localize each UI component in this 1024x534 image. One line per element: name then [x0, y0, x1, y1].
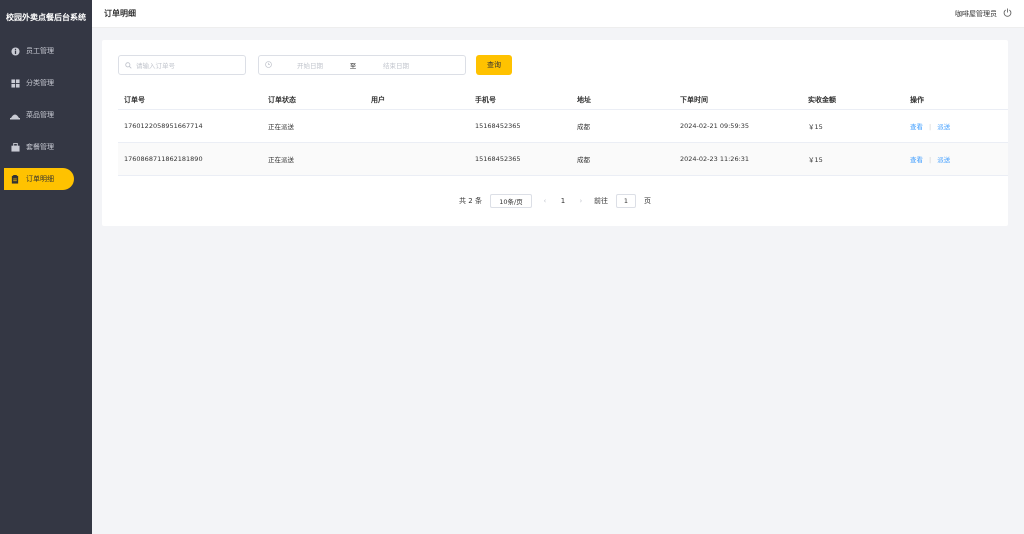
table-header: 订单号 订单状态 用户 手机号 地址 下单时间 实收金额 操作: [118, 90, 1008, 110]
grid-icon: [10, 78, 20, 88]
next-page-button[interactable]: ›: [576, 197, 586, 205]
sidebar-item-label: 套餐管理: [26, 143, 54, 151]
page-size-select[interactable]: 10条/页: [489, 194, 532, 208]
action-separator: |: [929, 123, 932, 131]
order-no: 1760122058951667714: [124, 122, 203, 130]
sidebar-item-package[interactable]: 套餐管理: [4, 136, 74, 158]
order-time: 2024-02-23 11:26:31: [680, 155, 750, 163]
col-time: 下单时间: [680, 95, 708, 104]
sidebar-item-label: 菜品管理: [26, 111, 54, 119]
search-bar: 请输入订单号 开始日期 至 结束日期 查询: [118, 55, 512, 75]
order-table: 订单号 订单状态 用户 手机号 地址 下单时间 实收金额 操作 17601220…: [118, 90, 1008, 176]
col-amount: 实收金额: [808, 95, 836, 104]
sidebar-menu: 员工管理 分类管理 菜品管理 套餐管理 订单明细: [0, 40, 92, 190]
order-icon: [10, 174, 20, 184]
info-icon: [10, 46, 20, 56]
col-status: 订单状态: [268, 95, 296, 104]
clock-icon: [265, 60, 272, 70]
col-address: 地址: [577, 95, 591, 104]
order-address: 成都: [577, 123, 590, 131]
view-link[interactable]: 查看: [910, 156, 923, 164]
order-time: 2024-02-21 09:59:35: [680, 122, 750, 130]
order-amount: ￥15: [808, 123, 823, 131]
order-phone: 15168452365: [475, 155, 521, 163]
col-user: 用户: [371, 95, 385, 104]
order-actions: 查看 | 派送: [904, 154, 1008, 164]
start-date-input[interactable]: 开始日期: [272, 60, 348, 70]
pagination: 共 2 条 10条/页 ‹ 1 › 前往 1 页: [102, 194, 1008, 208]
sidebar-item-employee[interactable]: 员工管理: [4, 40, 74, 62]
range-separator: 至: [349, 62, 357, 70]
order-number-input[interactable]: 请输入订单号: [118, 55, 246, 75]
order-status: 正在派送: [268, 123, 294, 131]
sidebar-item-label: 订单明细: [26, 175, 54, 183]
user-name[interactable]: 咖啡屋管理员: [955, 9, 997, 19]
power-icon[interactable]: [1003, 8, 1012, 19]
order-phone: 15168452365: [475, 122, 521, 130]
table-row: 1760122058951667714 正在派送 15168452365 成都 …: [118, 110, 1008, 143]
order-actions: 查看 | 派送: [904, 121, 1008, 131]
page-number[interactable]: 1: [558, 197, 568, 205]
sidebar-item-label: 分类管理: [26, 79, 54, 87]
sidebar-item-label: 员工管理: [26, 47, 54, 55]
col-actions: 操作: [910, 95, 924, 104]
goto-page-input[interactable]: 1: [615, 194, 636, 208]
sidebar-item-orders[interactable]: 订单明细: [4, 168, 74, 190]
header-user-area: 咖啡屋管理员: [955, 8, 1012, 19]
sidebar: 校园外卖点餐后台系统 员工管理 分类管理 菜品管理 套餐管理 订单明细: [0, 0, 92, 534]
col-phone: 手机号: [475, 95, 496, 104]
action-separator: |: [929, 156, 932, 164]
col-order-no: 订单号: [124, 95, 145, 104]
order-amount: ￥15: [808, 156, 823, 164]
sidebar-item-category[interactable]: 分类管理: [4, 72, 74, 94]
end-date-input[interactable]: 结束日期: [358, 60, 434, 70]
top-header: 订单明细 咖啡屋管理员: [92, 0, 1024, 28]
package-icon: [10, 142, 20, 152]
app-title: 校园外卖点餐后台系统: [6, 12, 86, 22]
sidebar-item-dish[interactable]: 菜品管理: [4, 104, 74, 126]
dish-icon: [10, 110, 20, 120]
search-icon: [125, 61, 132, 69]
deliver-link[interactable]: 派送: [937, 123, 950, 131]
order-address: 成都: [577, 156, 590, 164]
prev-page-button[interactable]: ‹: [540, 197, 550, 205]
total-count: 共 2 条: [459, 197, 482, 205]
table-row: 1760868711862181890 正在派送 15168452365 成都 …: [118, 143, 1008, 176]
order-card: 请输入订单号 开始日期 至 结束日期 查询 订单号 订单状态 用户 手机号 地址…: [102, 40, 1008, 226]
goto-suffix: 页: [643, 197, 651, 205]
view-link[interactable]: 查看: [910, 123, 923, 131]
order-no: 1760868711862181890: [124, 155, 203, 163]
date-range-picker[interactable]: 开始日期 至 结束日期: [258, 55, 466, 75]
order-status: 正在派送: [268, 156, 294, 164]
goto-label: 前往: [593, 197, 608, 205]
order-number-placeholder: 请输入订单号: [136, 62, 175, 70]
query-button[interactable]: 查询: [476, 55, 512, 75]
page-title: 订单明细: [104, 9, 136, 18]
deliver-link[interactable]: 派送: [937, 156, 950, 164]
